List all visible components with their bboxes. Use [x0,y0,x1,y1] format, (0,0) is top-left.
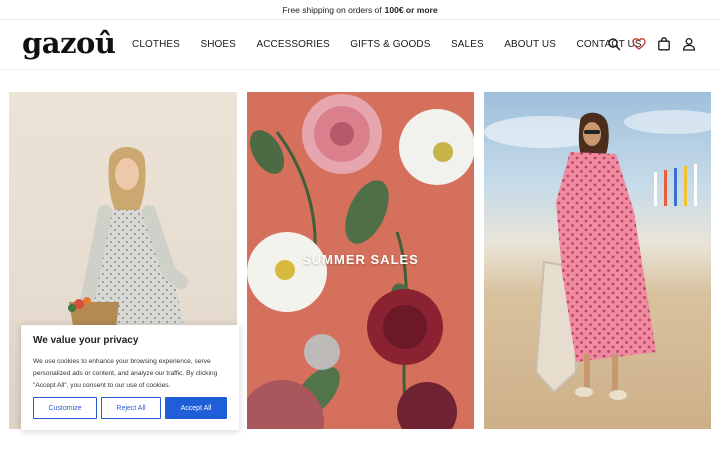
nav-item-shoes[interactable]: SHOES [200,39,236,50]
cookie-buttons: Customize Reject All Accept All [33,397,227,419]
nav-item-clothes[interactable]: CLOTHES [132,39,180,50]
cookie-description: We use cookies to enhance your browsing … [33,358,218,389]
beach-photo-illustration [484,110,711,400]
accept-all-button[interactable]: Accept All [165,397,227,419]
site-header: gazoû CLOTHES SHOES ACCESSORIES GIFTS & … [0,20,720,70]
announcement-bold: 100€ or more [384,4,438,15]
nav-item-accessories[interactable]: ACCESSORIES [256,39,329,50]
nav-item-about-us[interactable]: ABOUT US [504,39,556,50]
customize-button[interactable]: Customize [33,397,97,419]
nav-item-gifts-goods[interactable]: GIFTS & GOODS [350,39,430,50]
announcement-text: Free shipping on orders of [282,4,382,15]
summer-sales-tile[interactable]: SUMMER SALES [247,92,474,429]
shopping-bag-icon[interactable] [657,37,671,51]
header-icons [607,37,696,51]
product-tile-beach[interactable] [484,92,711,429]
cookie-title: We value your privacy [33,335,139,346]
main-nav: CLOTHES SHOES ACCESSORIES GIFTS & GOODS … [132,39,662,50]
logo[interactable]: gazoû [22,26,116,60]
cookie-consent-banner: We value your privacy We use cookies to … [21,325,239,430]
nav-item-sales[interactable]: SALES [451,39,484,50]
announcement-bar: Free shipping on orders of 100€ or more [0,0,720,20]
summer-sales-label: SUMMER SALES [302,252,419,267]
user-icon[interactable] [682,37,696,51]
reject-all-button[interactable]: Reject All [101,397,161,419]
search-icon[interactable] [607,37,621,51]
heart-icon[interactable] [632,37,646,51]
